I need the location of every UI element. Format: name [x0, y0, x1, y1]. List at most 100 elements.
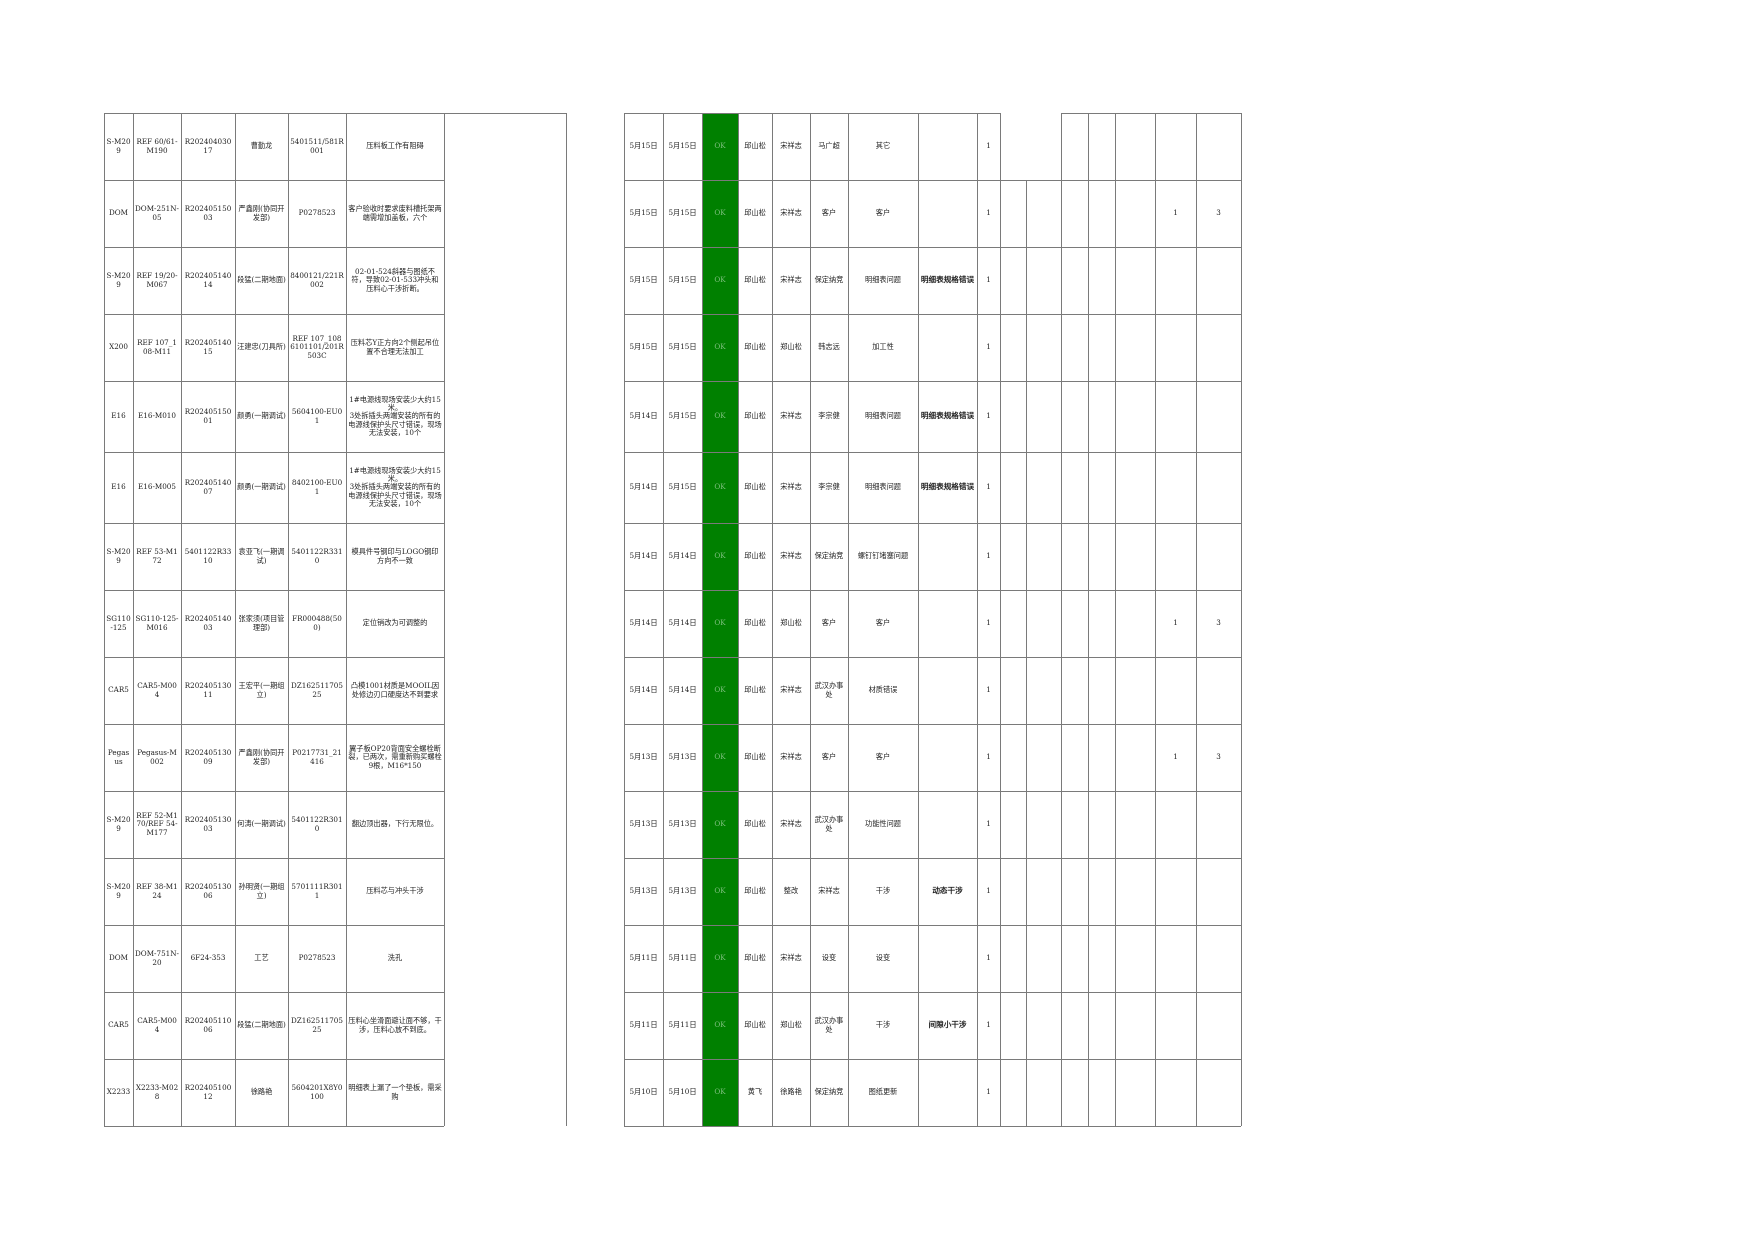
cell-count[interactable]: 1 — [977, 992, 1000, 1059]
cell-extra-5[interactable] — [1115, 247, 1155, 314]
cell-description[interactable]: 1#电源线现场安装少大约15米。 3处拆插头两端安装的所有的电源线保护头尺寸错误… — [346, 381, 444, 452]
cell-qty[interactable] — [1155, 247, 1196, 314]
cell-die-no[interactable]: REF 107_108-M11 — [133, 314, 181, 381]
cell-die-no[interactable]: CAR5-M004 — [133, 992, 181, 1059]
cell-status[interactable]: OK — [702, 791, 738, 858]
cell-extra-3[interactable] — [1061, 791, 1088, 858]
cell-extra-1[interactable] — [1000, 113, 1026, 180]
cell-date-raised[interactable]: 5月15日 — [624, 247, 663, 314]
cell-qty[interactable] — [1155, 992, 1196, 1059]
cell-qty[interactable]: 1 — [1155, 724, 1196, 791]
cell-part-no[interactable]: FR000488(500) — [288, 590, 346, 657]
cell-count[interactable]: 1 — [977, 314, 1000, 381]
cell-extra-4[interactable] — [1088, 925, 1115, 992]
cell-extra-1[interactable] — [1000, 657, 1026, 724]
cell-qty[interactable] — [1155, 381, 1196, 452]
cell-date-closed[interactable]: 5月11日 — [663, 992, 702, 1059]
cell-category[interactable]: 明细表问题 — [848, 452, 918, 523]
cell-project[interactable]: X2233 — [104, 1059, 133, 1126]
cell-die-no[interactable]: Pegasus-M002 — [133, 724, 181, 791]
cell-extra-3[interactable] — [1061, 590, 1088, 657]
cell-score[interactable]: 3 — [1196, 180, 1241, 247]
cell-score[interactable] — [1196, 657, 1241, 724]
cell-blank-a[interactable] — [444, 791, 566, 858]
cell-die-no[interactable]: DOM-251N-05 — [133, 180, 181, 247]
cell-score[interactable] — [1196, 523, 1241, 590]
cell-sub-category[interactable] — [918, 113, 977, 180]
cell-qty[interactable]: 1 — [1155, 180, 1196, 247]
cell-extra-5[interactable] — [1115, 1059, 1155, 1126]
cell-description[interactable]: 压料芯Y正方向2个侧起吊位置不合理无法加工 — [346, 314, 444, 381]
cell-date-raised[interactable]: 5月11日 — [624, 925, 663, 992]
cell-project[interactable]: CAR5 — [104, 657, 133, 724]
cell-description[interactable]: 定位销改为可调整的 — [346, 590, 444, 657]
cell-extra-3[interactable] — [1061, 657, 1088, 724]
cell-count[interactable]: 1 — [977, 113, 1000, 180]
cell-blank-a[interactable] — [444, 381, 566, 452]
cell-date-raised[interactable]: 5月15日 — [624, 180, 663, 247]
cell-qty[interactable] — [1155, 791, 1196, 858]
cell-date-closed[interactable]: 5月15日 — [663, 113, 702, 180]
cell-category[interactable]: 客户 — [848, 590, 918, 657]
cell-project[interactable]: S-M209 — [104, 523, 133, 590]
cell-extra-1[interactable] — [1000, 858, 1026, 925]
cell-extra-4[interactable] — [1088, 180, 1115, 247]
cell-status[interactable]: OK — [702, 858, 738, 925]
cell-count[interactable]: 1 — [977, 858, 1000, 925]
cell-extra-2[interactable] — [1026, 523, 1061, 590]
cell-extra-3[interactable] — [1061, 724, 1088, 791]
cell-ticket-no[interactable]: R20240511006 — [181, 992, 235, 1059]
cell-extra-1[interactable] — [1000, 1059, 1026, 1126]
cell-reporter[interactable]: 颜勇(一期调试) — [235, 381, 288, 452]
cell-extra-1[interactable] — [1000, 590, 1026, 657]
cell-project[interactable]: S-M209 — [104, 791, 133, 858]
cell-sub-category[interactable] — [918, 925, 977, 992]
cell-blank-b[interactable] — [566, 180, 624, 247]
cell-project[interactable]: DOM — [104, 925, 133, 992]
cell-part-no[interactable]: 5604201X8Y0100 — [288, 1059, 346, 1126]
cell-part-no[interactable]: P0278523 — [288, 180, 346, 247]
cell-extra-2[interactable] — [1026, 1059, 1061, 1126]
cell-blank-a[interactable] — [444, 452, 566, 523]
cell-responsible[interactable]: 设变 — [810, 925, 848, 992]
cell-date-closed[interactable]: 5月13日 — [663, 858, 702, 925]
cell-blank-a[interactable] — [444, 180, 566, 247]
cell-die-no[interactable]: REF 53-M172 — [133, 523, 181, 590]
cell-extra-5[interactable] — [1115, 724, 1155, 791]
cell-handler[interactable]: 邱山松 — [738, 657, 772, 724]
cell-date-raised[interactable]: 5月11日 — [624, 992, 663, 1059]
cell-handler[interactable]: 黄飞 — [738, 1059, 772, 1126]
cell-ticket-no[interactable]: R20240513011 — [181, 657, 235, 724]
cell-count[interactable]: 1 — [977, 925, 1000, 992]
cell-extra-4[interactable] — [1088, 113, 1115, 180]
cell-extra-1[interactable] — [1000, 791, 1026, 858]
cell-part-no[interactable]: DZ16251170525 — [288, 657, 346, 724]
cell-category[interactable]: 客户 — [848, 180, 918, 247]
cell-date-raised[interactable]: 5月14日 — [624, 523, 663, 590]
cell-status[interactable]: OK — [702, 314, 738, 381]
cell-extra-3[interactable] — [1061, 523, 1088, 590]
cell-responsible[interactable]: 武汉办事处 — [810, 657, 848, 724]
cell-owner[interactable]: 郑山松 — [772, 590, 810, 657]
cell-extra-2[interactable] — [1026, 791, 1061, 858]
cell-sub-category[interactable] — [918, 724, 977, 791]
cell-reporter[interactable]: 汪建忠(刀具所) — [235, 314, 288, 381]
cell-extra-3[interactable] — [1061, 452, 1088, 523]
cell-blank-b[interactable] — [566, 1059, 624, 1126]
cell-score[interactable] — [1196, 452, 1241, 523]
cell-blank-b[interactable] — [566, 791, 624, 858]
cell-score[interactable] — [1196, 381, 1241, 452]
cell-responsible[interactable]: 客户 — [810, 180, 848, 247]
cell-part-no[interactable]: 5604100-EU01 — [288, 381, 346, 452]
cell-reporter[interactable]: 工艺 — [235, 925, 288, 992]
cell-sub-category[interactable] — [918, 791, 977, 858]
cell-extra-4[interactable] — [1088, 1059, 1115, 1126]
cell-handler[interactable]: 邱山松 — [738, 314, 772, 381]
cell-reporter[interactable]: 曹勤龙 — [235, 113, 288, 180]
cell-date-closed[interactable]: 5月15日 — [663, 247, 702, 314]
cell-project[interactable]: E16 — [104, 381, 133, 452]
cell-date-closed[interactable]: 5月15日 — [663, 381, 702, 452]
cell-blank-b[interactable] — [566, 113, 624, 180]
cell-date-raised[interactable]: 5月13日 — [624, 791, 663, 858]
cell-date-raised[interactable]: 5月14日 — [624, 452, 663, 523]
